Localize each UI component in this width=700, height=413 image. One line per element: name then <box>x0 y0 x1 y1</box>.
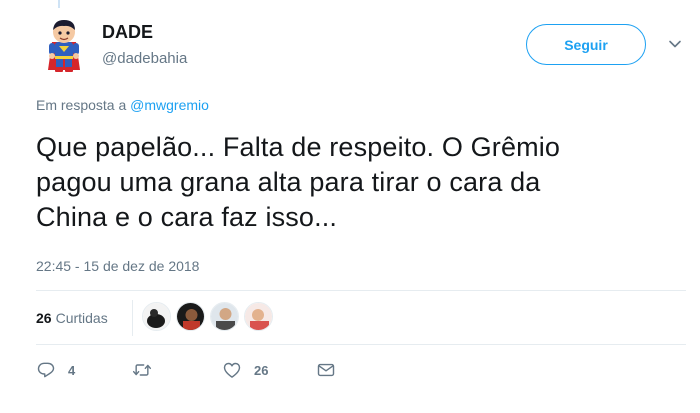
likers-avatars <box>142 302 278 334</box>
liker-avatar[interactable] <box>142 302 171 331</box>
direct-message-button[interactable] <box>316 360 336 380</box>
tweet-text: Que papelão... Falta de respeito. O Grêm… <box>36 130 676 235</box>
reply-button[interactable]: 4 <box>36 360 75 380</box>
liker-avatar-image <box>245 303 272 330</box>
display-name[interactable]: DADE <box>102 22 153 43</box>
likes-label: Curtidas <box>55 310 108 326</box>
tweet-stats: 26 Curtidas <box>36 300 686 336</box>
heart-icon <box>223 362 241 378</box>
likes-count: 26 <box>36 310 52 326</box>
reply-context: Em resposta a @mwgremio <box>36 97 209 113</box>
liker-avatar[interactable] <box>176 302 205 331</box>
user-handle[interactable]: @dadebahia <box>102 50 187 67</box>
superhero-avatar-icon <box>48 20 80 72</box>
reply-mention-link[interactable]: @mwgremio <box>130 97 209 113</box>
follow-button[interactable]: Seguir <box>526 24 646 65</box>
liker-avatar-image <box>211 303 238 330</box>
reply-prefix: Em resposta a <box>36 97 127 113</box>
tweet-text-line: Que papelão... Falta de respeito. O Grêm… <box>36 132 561 162</box>
retweet-icon <box>132 364 152 376</box>
liker-avatar[interactable] <box>210 302 239 331</box>
tweet-text-line: pagou uma grana alta para tirar o cara d… <box>36 167 541 197</box>
stats-separator <box>132 300 133 336</box>
tweet-header: DADE @dadebahia Seguir <box>44 18 684 78</box>
divider <box>36 344 686 345</box>
liker-avatar-image <box>177 303 204 330</box>
chevron-down-icon[interactable] <box>668 37 682 51</box>
like-button[interactable]: 26 <box>222 360 268 380</box>
reply-icon <box>37 362 55 378</box>
tweet-actions: 4 26 <box>36 360 436 386</box>
avatar[interactable] <box>44 18 84 76</box>
thread-connector-line <box>58 0 60 8</box>
retweet-button[interactable] <box>132 360 164 380</box>
tweet-text-line: China e o cara faz isso... <box>36 202 338 232</box>
tweet-timestamp[interactable]: 22:45 - 15 de dez de 2018 <box>36 258 199 274</box>
envelope-icon <box>317 363 335 377</box>
liker-avatar-image <box>143 303 170 330</box>
reply-count: 4 <box>68 362 76 378</box>
liker-avatar[interactable] <box>244 302 273 331</box>
divider <box>36 290 686 291</box>
like-count: 26 <box>254 362 269 378</box>
likes-count-link[interactable]: 26 Curtidas <box>36 310 108 326</box>
